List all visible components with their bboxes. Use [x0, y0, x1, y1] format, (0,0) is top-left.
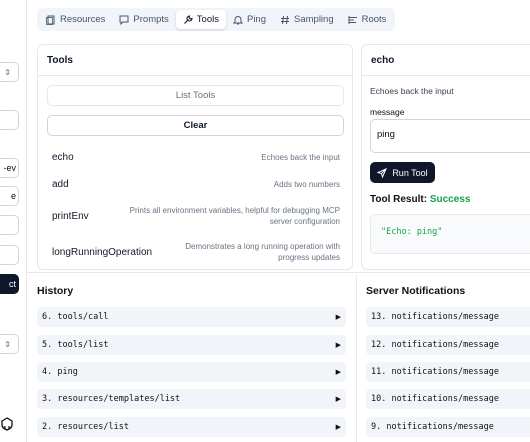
history-item-label: 2. resources/list	[42, 422, 129, 432]
expand-arrow-icon[interactable]: ▶	[336, 313, 341, 321]
connect-button[interactable]: ct	[0, 274, 19, 294]
vertical-divider	[356, 275, 357, 442]
history-item[interactable]: 4. ping ▶	[37, 362, 346, 382]
tool-detail-panel: echo Echoes back the input message ping …	[361, 44, 530, 270]
tab-label: Prompts	[133, 14, 169, 25]
notification-item[interactable]: 9. notifications/message	[366, 417, 530, 437]
notification-item-label: 9. notifications/message	[371, 422, 494, 432]
tab-tools[interactable]: Tools	[175, 10, 226, 29]
tool-item-printenv[interactable]: printEnv Prints all environment variable…	[38, 202, 352, 230]
transport-select[interactable]: ⇕	[0, 62, 19, 82]
tools-title: Tools	[38, 45, 352, 76]
bell-icon	[232, 15, 243, 24]
command-input[interactable]	[0, 110, 19, 130]
tool-name: printEnv	[52, 210, 89, 222]
notification-item-label: 11. notifications/message	[371, 367, 499, 377]
history-item-label: 3. resources/templates/list	[42, 394, 181, 404]
config-input-1[interactable]	[0, 215, 19, 235]
expand-arrow-icon[interactable]: ▶	[336, 341, 341, 349]
notification-item[interactable]: 10. notifications/message	[366, 389, 530, 409]
tool-detail-description: Echoes back the input	[370, 86, 454, 96]
tool-result-label: Tool Result: Success	[370, 194, 470, 205]
tab-bar: Resources Prompts Tools Ping Sampling Ro…	[37, 8, 396, 31]
history-item-label: 5. tools/list	[42, 340, 109, 350]
wrench-icon	[183, 14, 193, 24]
tool-name: add	[52, 178, 69, 190]
notification-item-label: 13. notifications/message	[371, 312, 499, 322]
tool-item-add[interactable]: add Adds two numbers	[38, 170, 352, 198]
log-level-select[interactable]: ⇕	[0, 334, 19, 354]
github-icon[interactable]	[0, 417, 14, 431]
tool-detail-title: echo	[362, 45, 530, 76]
run-tool-button[interactable]: Run Tool	[370, 162, 435, 183]
tool-description: Adds two numbers	[273, 179, 340, 189]
notifications-title: Server Notifications	[366, 285, 466, 297]
expand-arrow-icon[interactable]: ▶	[336, 368, 341, 376]
tool-result-status: Success	[429, 194, 471, 205]
send-icon	[377, 167, 388, 178]
clear-button[interactable]: Clear	[47, 115, 344, 136]
config-input-2[interactable]	[0, 245, 19, 265]
notification-item-label: 10. notifications/message	[371, 394, 499, 404]
history-item[interactable]: 2. resources/list ▶	[37, 417, 346, 437]
tab-ping[interactable]: Ping	[226, 10, 273, 29]
history-item-label: 4. ping	[42, 367, 78, 377]
tool-result-output: "Echo: ping"	[370, 214, 530, 254]
expand-arrow-icon[interactable]: ▶	[336, 423, 341, 431]
env-input[interactable]: e	[0, 186, 19, 206]
tool-name: echo	[52, 151, 74, 163]
history-item[interactable]: 6. tools/call ▶	[37, 307, 346, 327]
history-item[interactable]: 3. resources/templates/list ▶	[37, 389, 346, 409]
message-input[interactable]: ping	[370, 119, 530, 153]
notification-item[interactable]: 12. notifications/message	[366, 335, 530, 355]
notification-item-label: 12. notifications/message	[371, 340, 499, 350]
history-item[interactable]: 5. tools/list ▶	[37, 335, 346, 355]
tool-description: Echoes back the input	[261, 152, 340, 162]
arguments-input[interactable]: -ev	[0, 158, 19, 178]
horizontal-resize-handle[interactable]	[27, 272, 530, 273]
run-tool-label: Run Tool	[392, 167, 428, 178]
tool-name: longRunningOperation	[52, 246, 153, 258]
tab-sampling[interactable]: Sampling	[273, 10, 341, 29]
tab-label: Ping	[246, 14, 266, 25]
hash-icon	[281, 15, 289, 24]
sidebar: ⇕ -ev e ct ⇕	[0, 0, 27, 442]
list-tools-button[interactable]: List Tools	[47, 85, 344, 106]
history-item-label: 6. tools/call	[42, 312, 109, 322]
prompts-icon	[119, 15, 129, 25]
tool-item-echo[interactable]: echo Echoes back the input	[38, 143, 352, 171]
chevron-updown-icon: ⇕	[4, 67, 11, 77]
notification-item[interactable]: 11. notifications/message	[366, 362, 530, 382]
message-label: message	[370, 107, 405, 117]
tools-panel: Tools List Tools Clear echo Echoes back …	[37, 44, 353, 270]
tool-item-longrunningoperation[interactable]: longRunningOperation Demonstrates a long…	[38, 238, 352, 266]
history-title: History	[37, 285, 74, 297]
tool-result-prefix: Tool Result:	[370, 194, 428, 205]
notification-item[interactable]: 13. notifications/message	[366, 307, 530, 327]
tab-label: Tools	[196, 14, 219, 25]
tab-roots[interactable]: Roots	[341, 10, 394, 29]
tab-prompts[interactable]: Prompts	[112, 10, 175, 29]
roots-icon	[348, 15, 357, 24]
resources-icon	[46, 15, 55, 25]
expand-arrow-icon[interactable]: ▶	[336, 395, 341, 403]
chevron-updown-icon: ⇕	[4, 339, 11, 349]
tab-label: Roots	[361, 14, 387, 25]
tool-description: Prints all environment variables, helpfu…	[129, 206, 340, 226]
tab-resources[interactable]: Resources	[39, 10, 112, 29]
tab-label: Resources	[60, 14, 106, 25]
tool-description: Demonstrates a long running operation wi…	[185, 242, 340, 262]
tab-label: Sampling	[294, 14, 334, 25]
